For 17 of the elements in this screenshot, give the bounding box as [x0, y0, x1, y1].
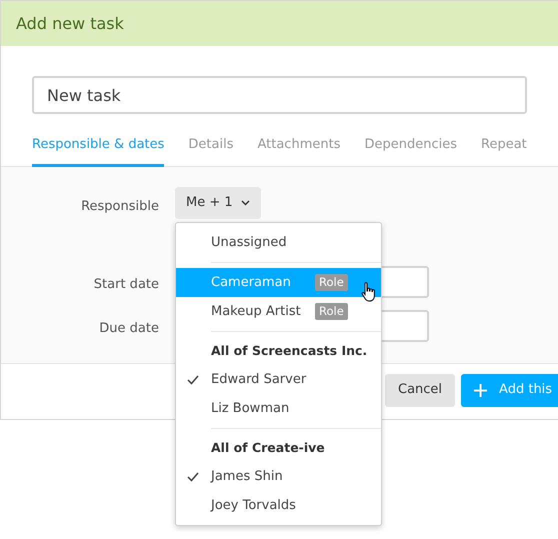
- menu-item[interactable]: Makeup Artist Role: [176, 297, 381, 326]
- field-label: Due date: [99, 320, 159, 338]
- role-badge: Role: [315, 303, 348, 320]
- menu-item[interactable]: Edward Sarver: [176, 365, 381, 394]
- menu-item[interactable]: Joey Torvalds: [176, 491, 381, 520]
- responsible-dropdown[interactable]: Me + 1: [175, 186, 261, 218]
- menu-item[interactable]: Liz Bowman: [176, 394, 381, 423]
- field-label: Responsible: [81, 198, 159, 216]
- cancel-button[interactable]: Cancel: [385, 374, 456, 406]
- group-heading: All of Create-ive: [211, 438, 325, 457]
- menu-item[interactable]: Unassigned: [176, 228, 381, 257]
- group-heading: All of Screencasts Inc.: [211, 342, 368, 360]
- field-label: Start date: [94, 276, 159, 294]
- menu-item[interactable]: James Shin: [176, 462, 381, 491]
- role-badge: Role: [315, 274, 348, 291]
- task-name-field[interactable]: New task: [32, 76, 527, 114]
- dialog-title: Add new task: [16, 12, 124, 34]
